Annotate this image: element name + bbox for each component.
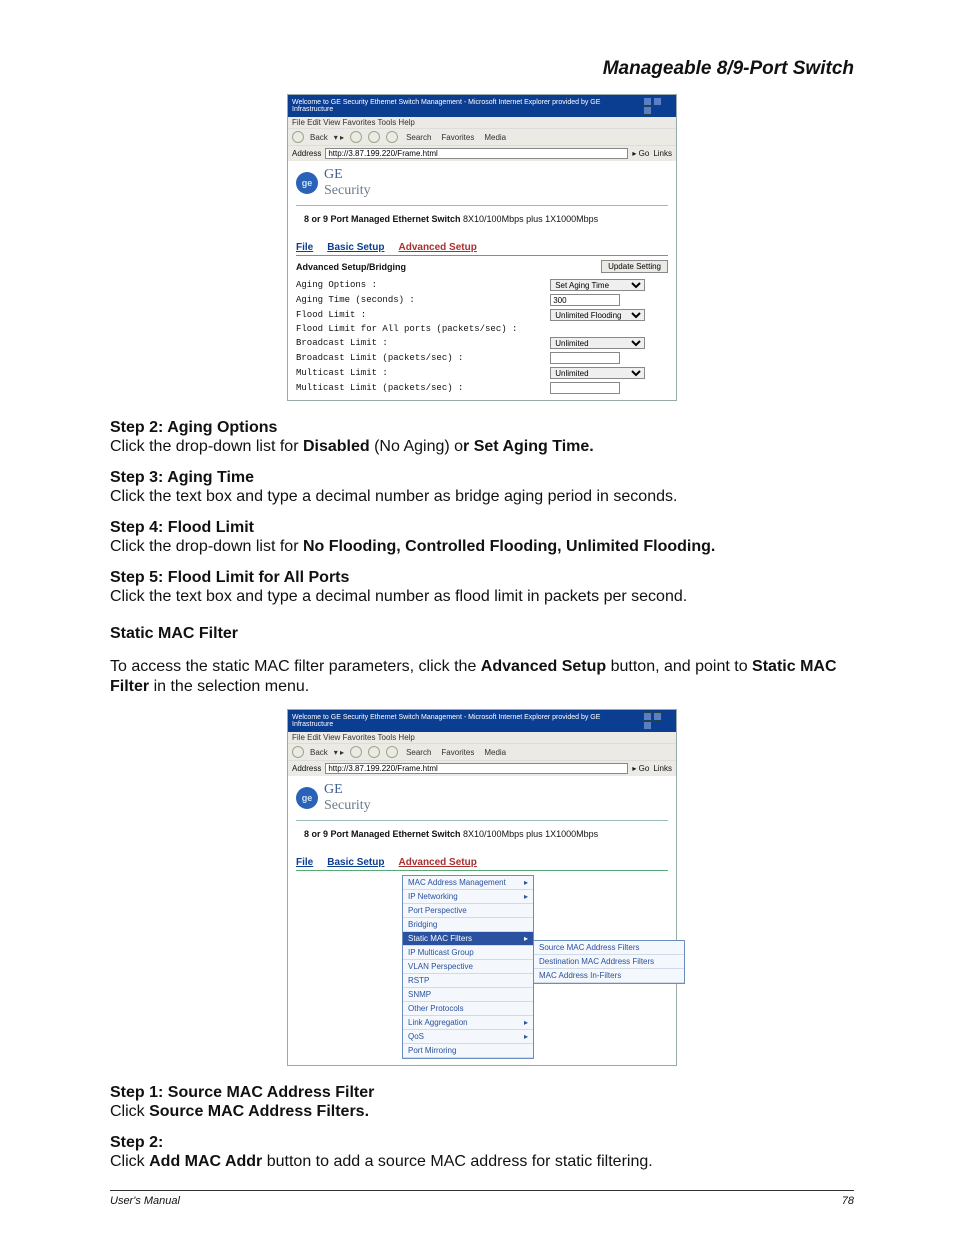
menu-bridging[interactable]: Bridging [403,918,533,932]
tab-basic-setup[interactable]: Basic Setup [327,857,384,868]
label-flood-limit: Flood Limit : [296,310,540,320]
step3-title: Step 3: Aging Time [110,469,854,487]
menu-ip-networking[interactable]: IP Networking▸ [403,890,533,904]
menu-rstp[interactable]: RSTP [403,974,533,988]
step4-title: Step 4: Flood Limit [110,519,854,537]
menu-snmp[interactable]: SNMP [403,988,533,1002]
label-multicast-packets: Multicast Limit (packets/sec) : [296,383,540,393]
favorites-button[interactable]: Favorites [439,133,476,142]
ge-logo: ge GESecurity [296,167,668,199]
refresh-icon[interactable] [368,746,380,758]
subbrand: Security [324,183,371,198]
bstep2-body: Click Add MAC Addr button to add a sourc… [110,1152,854,1172]
menu-port-mirroring[interactable]: Port Mirroring [403,1044,533,1058]
broadcast-limit-select[interactable]: Unlimited [550,337,645,349]
ge-logo: ge GESecurity [296,782,668,814]
bstep2-title: Step 2: [110,1134,854,1152]
address-input[interactable] [325,763,628,774]
menu-qos[interactable]: QoS▸ [403,1030,533,1044]
search-button[interactable]: Search [404,133,433,142]
tab-file[interactable]: File [296,242,313,253]
address-label: Address [292,149,321,158]
page-content: ge GESecurity 8 or 9 Port Managed Ethern… [288,776,676,1065]
bstep1-title: Step 1: Source MAC Address Filter [110,1084,854,1102]
step2-title: Step 2: Aging Options [110,419,854,437]
flood-limit-select[interactable]: Unlimited Flooding [550,309,645,321]
step5-body: Click the text box and type a decimal nu… [110,587,854,607]
page-content: ge GESecurity 8 or 9 Port Managed Ethern… [288,161,676,400]
submenu-mac-in-filters[interactable]: MAC Address In-Filters [534,969,684,983]
address-bar: Address ▸ Go Links [288,760,676,776]
static-mac-body: To access the static MAC filter paramete… [110,657,854,697]
label-aging-options: Aging Options : [296,280,540,290]
label-multicast-limit: Multicast Limit : [296,368,540,378]
device-description: 8 or 9 Port Managed Ethernet Switch 8X10… [304,214,668,224]
browser-menubar[interactable]: File Edit View Favorites Tools Help [288,732,676,743]
static-mac-title: Static MAC Filter [110,625,854,643]
tab-advanced-setup[interactable]: Advanced Setup [398,242,476,253]
back-label: Back [310,133,328,142]
screenshot-bridging: Welcome to GE Security Ethernet Switch M… [287,94,677,401]
ge-logo-mark: ge [296,172,318,194]
step5-title: Step 5: Flood Limit for All Ports [110,569,854,587]
section-title: Advanced Setup/Bridging [296,262,406,272]
window-titlebar: Welcome to GE Security Ethernet Switch M… [288,710,676,732]
brand: GE [324,167,343,182]
multicast-limit-select[interactable]: Unlimited [550,367,645,379]
menu-ip-multicast-group[interactable]: IP Multicast Group [403,946,533,960]
step3-body: Click the text box and type a decimal nu… [110,487,854,507]
go-button[interactable]: ▸ Go [632,149,649,158]
home-icon[interactable] [386,746,398,758]
static-mac-submenu[interactable]: Source MAC Address Filters Destination M… [533,940,685,984]
label-aging-time: Aging Time (seconds) : [296,295,540,305]
window-title: Welcome to GE Security Ethernet Switch M… [292,714,642,728]
browser-toolbar[interactable]: Back ▾ ▸ Search Favorites Media [288,743,676,760]
tab-basic-setup[interactable]: Basic Setup [327,242,384,253]
menu-port-perspective[interactable]: Port Perspective [403,904,533,918]
broadcast-packets-input[interactable] [550,352,620,364]
back-icon[interactable] [292,131,304,143]
menu-other-protocols[interactable]: Other Protocols [403,1002,533,1016]
stop-icon[interactable] [350,746,362,758]
screenshot-static-mac-menu: Welcome to GE Security Ethernet Switch M… [287,709,677,1066]
submenu-destination-mac-filters[interactable]: Destination MAC Address Filters [534,955,684,969]
tab-advanced-setup[interactable]: Advanced Setup [398,857,476,868]
menu-mac-address-management[interactable]: MAC Address Management▸ [403,876,533,890]
menu-link-aggregation[interactable]: Link Aggregation▸ [403,1016,533,1030]
home-icon[interactable] [386,131,398,143]
browser-menubar[interactable]: File Edit View Favorites Tools Help [288,117,676,128]
back-icon[interactable] [292,746,304,758]
window-title: Welcome to GE Security Ethernet Switch M… [292,99,642,113]
address-input[interactable] [325,148,628,159]
aging-time-input[interactable] [550,294,620,306]
label-flood-all-ports: Flood Limit for All ports (packets/sec) … [296,324,540,334]
window-controls[interactable] [642,712,672,730]
refresh-icon[interactable] [368,131,380,143]
tab-file[interactable]: File [296,857,313,868]
links-label: Links [653,149,672,158]
menu-vlan-perspective[interactable]: VLAN Perspective [403,960,533,974]
multicast-packets-input[interactable] [550,382,620,394]
submenu-source-mac-filters[interactable]: Source MAC Address Filters [534,941,684,955]
footer-page-number: 78 [842,1195,854,1207]
aging-options-select[interactable]: Set Aging Time [550,279,645,291]
address-bar: Address ▸ Go Links [288,145,676,161]
advanced-setup-menu[interactable]: MAC Address Management▸ IP Networking▸ P… [402,875,534,1059]
label-broadcast-limit: Broadcast Limit : [296,338,540,348]
stop-icon[interactable] [350,131,362,143]
step4-body: Click the drop-down list for No Flooding… [110,537,854,557]
browser-toolbar[interactable]: Back ▾ ▸ Search Favorites Media [288,128,676,145]
window-controls[interactable] [642,97,672,115]
label-broadcast-packets: Broadcast Limit (packets/sec) : [296,353,540,363]
step2-body: Click the drop-down list for Disabled (N… [110,437,854,457]
update-setting-button[interactable]: Update Setting [601,260,668,273]
media-button[interactable]: Media [482,133,508,142]
page-header: Manageable 8/9-Port Switch [110,58,854,80]
menu-static-mac-filters[interactable]: Static MAC Filters▸ [403,932,533,946]
footer-left: User's Manual [110,1195,180,1207]
bstep1-body: Click Source MAC Address Filters. [110,1102,854,1122]
window-titlebar: Welcome to GE Security Ethernet Switch M… [288,95,676,117]
